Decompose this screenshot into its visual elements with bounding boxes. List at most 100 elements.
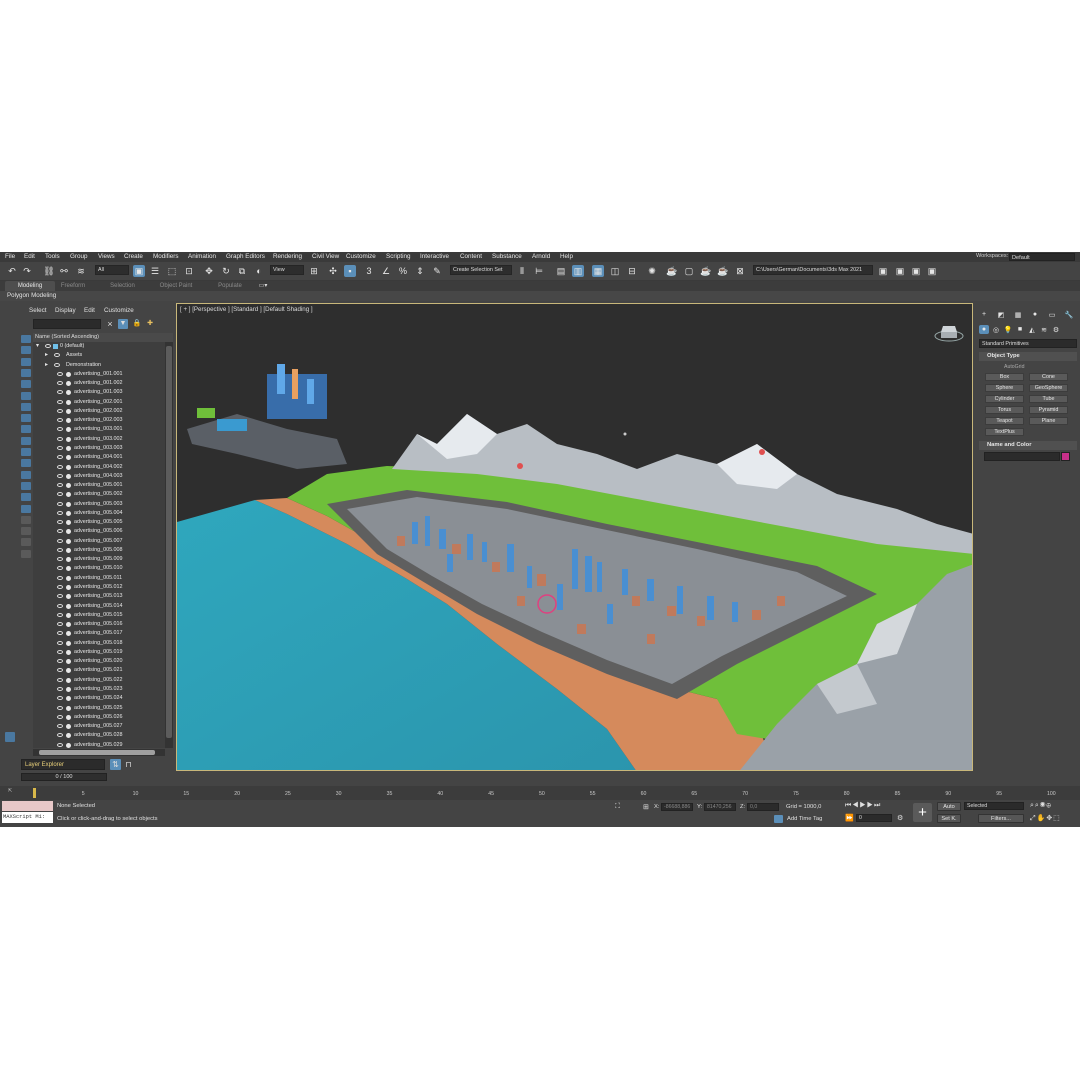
set-key-icon[interactable]: + bbox=[913, 803, 932, 822]
table-row[interactable]: advertising_004.001 bbox=[33, 453, 165, 462]
layer-row[interactable]: ▸ Assets bbox=[33, 351, 165, 360]
set-key-button[interactable]: Set K. bbox=[937, 814, 961, 823]
explorer-menu-edit[interactable]: Edit bbox=[84, 307, 95, 314]
maxscript-input[interactable]: MAXScript Mi: bbox=[2, 812, 53, 823]
menu-modifiers[interactable]: Modifiers bbox=[153, 253, 179, 260]
visibility-eye-icon[interactable] bbox=[57, 612, 63, 617]
table-row[interactable]: advertising_001.002 bbox=[33, 379, 165, 388]
motion-tab-icon[interactable]: ● bbox=[1030, 310, 1040, 319]
table-row[interactable]: advertising_005.013 bbox=[33, 592, 165, 601]
menu-substance[interactable]: Substance bbox=[492, 253, 522, 260]
link-icon[interactable]: ⛓ bbox=[43, 265, 55, 277]
unlink-icon[interactable]: ⚯ bbox=[58, 265, 70, 277]
visibility-eye-icon[interactable] bbox=[57, 566, 63, 571]
select-all-icon[interactable] bbox=[21, 493, 31, 502]
render-iterative-icon[interactable]: ☕ bbox=[717, 265, 729, 277]
visibility-eye-icon[interactable] bbox=[57, 631, 63, 636]
containers-filter-icon[interactable] bbox=[21, 459, 31, 468]
ribbon-tab-modeling[interactable]: Modeling bbox=[5, 281, 55, 291]
menu-graph-editors[interactable]: Graph Editors bbox=[226, 253, 265, 260]
table-row[interactable]: advertising_005.025 bbox=[33, 704, 165, 713]
visibility-eye-icon[interactable] bbox=[57, 696, 63, 701]
move-icon[interactable]: ✥ bbox=[203, 265, 215, 277]
project-folder-dropdown[interactable]: C:\Users\German\Documents\3ds Max 2021 bbox=[753, 265, 873, 275]
visibility-eye-icon[interactable] bbox=[54, 362, 60, 367]
table-row[interactable]: advertising_005.020 bbox=[33, 657, 165, 666]
layer-toggle-icon[interactable]: ⊓ bbox=[123, 759, 134, 770]
table-row[interactable]: advertising_004.003 bbox=[33, 472, 165, 481]
spinner-snap-icon[interactable]: ⇕ bbox=[414, 265, 426, 277]
visibility-eye-icon[interactable] bbox=[57, 649, 63, 654]
geometry-icon[interactable]: ● bbox=[979, 325, 989, 334]
select-object-icon[interactable]: ▣ bbox=[133, 265, 145, 277]
menu-create[interactable]: Create bbox=[124, 253, 143, 260]
display-tab-icon[interactable]: ▭ bbox=[1047, 310, 1057, 319]
menu-arnold[interactable]: Arnold bbox=[532, 253, 550, 260]
perspective-viewport[interactable]: [ + ] [Perspective ] [Standard ] [Defaul… bbox=[176, 303, 973, 771]
table-row[interactable]: advertising_005.011 bbox=[33, 574, 165, 583]
visibility-eye-icon[interactable] bbox=[57, 557, 63, 562]
select-none-icon[interactable] bbox=[21, 504, 31, 513]
visibility-eye-icon[interactable] bbox=[57, 445, 63, 450]
time-configuration-icon[interactable]: ⚙ bbox=[897, 814, 903, 822]
table-row[interactable]: advertising_004.002 bbox=[33, 463, 165, 472]
set-project-folder-icon[interactable]: ▣ bbox=[910, 265, 922, 277]
menu-customize[interactable]: Customize bbox=[346, 253, 376, 260]
visibility-eye-icon[interactable] bbox=[57, 594, 63, 599]
textplus-button[interactable]: TextPlus bbox=[985, 428, 1024, 436]
table-row[interactable]: advertising_005.022 bbox=[33, 676, 165, 685]
lock-icon[interactable]: 🔒 bbox=[132, 319, 142, 329]
ribbon-tab-freeform[interactable]: Freeform bbox=[58, 281, 88, 291]
visibility-eye-icon[interactable] bbox=[57, 686, 63, 691]
menu-civil-view[interactable]: Civil View bbox=[312, 253, 339, 260]
edit-named-selection-icon[interactable]: ✎ bbox=[431, 265, 443, 277]
menu-edit[interactable]: Edit bbox=[24, 253, 35, 260]
table-row[interactable]: advertising_005.023 bbox=[33, 685, 165, 694]
z-coordinate-field[interactable]: 0,0 bbox=[747, 803, 779, 811]
playback-controls[interactable]: ⏮◀▶▶⏭ bbox=[845, 802, 881, 810]
visibility-eye-icon[interactable] bbox=[57, 668, 63, 673]
time-tag-icon[interactable] bbox=[774, 815, 783, 823]
visibility-eye-icon[interactable] bbox=[57, 714, 63, 719]
table-row[interactable]: advertising_005.019 bbox=[33, 648, 165, 657]
visibility-eye-icon[interactable] bbox=[57, 575, 63, 580]
window-crossing-icon[interactable]: ⊡ bbox=[183, 265, 195, 277]
table-row[interactable]: advertising_005.009 bbox=[33, 555, 165, 564]
scene-explorer-icon[interactable]: ▤ bbox=[555, 265, 567, 277]
visibility-eye-icon[interactable] bbox=[57, 529, 63, 534]
visibility-eye-icon[interactable] bbox=[54, 353, 60, 358]
visibility-eye-icon[interactable] bbox=[57, 659, 63, 664]
menu-rendering[interactable]: Rendering bbox=[273, 253, 302, 260]
groups-filter-icon[interactable] bbox=[21, 425, 31, 434]
table-row[interactable]: advertising_003.002 bbox=[33, 435, 165, 444]
visibility-eye-icon[interactable] bbox=[57, 742, 63, 747]
visibility-eye-icon[interactable] bbox=[57, 520, 63, 525]
box-button[interactable]: Box bbox=[985, 373, 1024, 381]
visibility-eye-icon[interactable] bbox=[57, 464, 63, 469]
sync-selection-icon[interactable]: ✚ bbox=[145, 319, 155, 329]
workspace-dropdown[interactable]: Default bbox=[1009, 253, 1075, 261]
menu-file[interactable]: File bbox=[5, 253, 15, 260]
percent-snap-icon[interactable]: % bbox=[397, 265, 409, 277]
render-setup-icon[interactable]: ☕ bbox=[666, 265, 678, 277]
explorer-menu-display[interactable]: Display bbox=[55, 307, 76, 314]
geometry-filter-icon[interactable] bbox=[21, 357, 31, 366]
table-row[interactable]: advertising_003.003 bbox=[33, 444, 165, 453]
visibility-eye-icon[interactable] bbox=[57, 677, 63, 682]
hidden-filter-icon[interactable] bbox=[21, 481, 31, 490]
hierarchy-tab-icon[interactable]: ▦ bbox=[1013, 310, 1023, 319]
key-filter-icon[interactable]: ⇱ bbox=[8, 788, 12, 794]
table-row[interactable]: advertising_003.001 bbox=[33, 425, 165, 434]
filter-icon[interactable]: ▼ bbox=[118, 319, 128, 329]
helpers-filter-icon[interactable] bbox=[21, 402, 31, 411]
visibility-eye-icon[interactable] bbox=[57, 473, 63, 478]
menu-group[interactable]: Group bbox=[70, 253, 88, 260]
rotate-icon[interactable]: ↻ bbox=[220, 265, 232, 277]
visibility-eye-icon[interactable] bbox=[57, 585, 63, 590]
table-row[interactable]: advertising_005.024 bbox=[33, 694, 165, 703]
explorer-menu-select[interactable]: Select bbox=[29, 307, 47, 314]
named-selection-set-dropdown[interactable]: Create Selection Set bbox=[450, 265, 512, 275]
visibility-eye-icon[interactable] bbox=[57, 390, 63, 395]
visibility-eye-icon[interactable] bbox=[57, 705, 63, 710]
ribbon-tab-populate[interactable]: Populate bbox=[207, 281, 253, 291]
